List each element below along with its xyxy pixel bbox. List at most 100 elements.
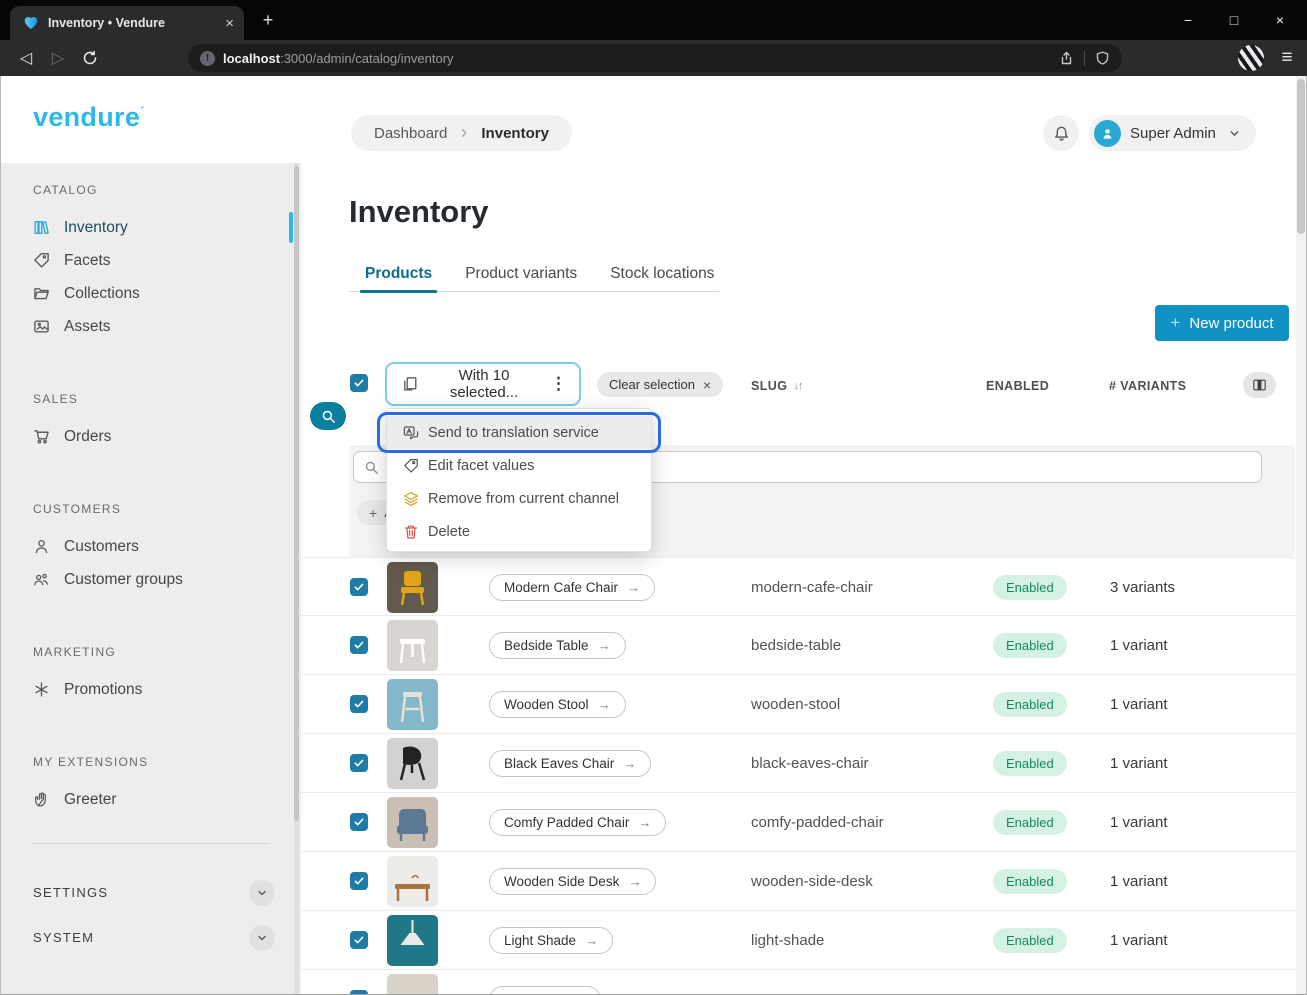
row-checkbox[interactable] (350, 578, 368, 596)
chevron-down-icon[interactable] (249, 925, 275, 951)
product-slug: light-shade (751, 932, 824, 949)
search-icon (321, 409, 336, 424)
sidebar-section-label: SALES (1, 392, 301, 408)
row-checkbox[interactable] (350, 695, 368, 713)
product-name-button[interactable]: Wooden Stool→ (489, 691, 626, 718)
minimize-button[interactable]: − (1165, 0, 1211, 40)
new-product-button[interactable]: + New product (1155, 305, 1289, 341)
breadcrumb-dashboard[interactable]: Dashboard (374, 125, 447, 142)
vendure-logo: vendure´ (33, 102, 145, 133)
sidebar-scrollbar-thumb[interactable] (294, 166, 299, 821)
tab-close-icon[interactable]: × (225, 16, 234, 31)
tab-product-variants[interactable]: Product variants (465, 257, 577, 291)
close-icon: × (703, 377, 711, 393)
browser-tab[interactable]: Inventory • Vendure × (10, 6, 244, 40)
table-row: Wooden Stool→ wooden-stool Enabled 1 var… (301, 675, 1296, 734)
menu-item-remove-from-channel[interactable]: Remove from current channel (387, 482, 651, 515)
product-name-button[interactable]: Light Shade→ (489, 927, 613, 954)
tab-products[interactable]: Products (365, 257, 432, 291)
sidebar-section-customers: CUSTOMERS Customers Customer groups (1, 502, 301, 596)
column-picker-button[interactable] (1243, 372, 1276, 398)
sidebar-item-greeter[interactable]: Greeter (1, 783, 301, 816)
product-name-button[interactable]: Wooden Side Desk→ (489, 868, 656, 895)
table-row: Comfy Padded Chair→ comfy-padded-chair E… (301, 793, 1296, 852)
new-tab-button[interactable]: + (256, 8, 280, 32)
row-checkbox[interactable] (350, 931, 368, 949)
sidebar-item-promotions[interactable]: Promotions (1, 673, 301, 706)
arrow-right-icon: → (585, 933, 598, 948)
share-icon[interactable] (1058, 50, 1074, 66)
table-row: Modern Cafe Chair→ modern-cafe-chair Ena… (301, 557, 1296, 616)
product-name-button[interactable]: Modern Cafe Chair→ (489, 574, 655, 601)
tag-icon (33, 252, 50, 269)
row-checkbox[interactable] (350, 754, 368, 772)
browser-window: Inventory • Vendure × + − □ × ◁ ▷ ! loca… (0, 0, 1307, 995)
arrow-right-icon: → (598, 697, 611, 712)
row-checkbox[interactable] (350, 813, 368, 831)
product-thumbnail (387, 797, 438, 848)
user-avatar (1094, 120, 1121, 147)
folder-icon (33, 285, 50, 302)
sidebar-item-facets[interactable]: Facets (1, 244, 301, 277)
back-button[interactable]: ◁ (12, 44, 40, 72)
breadcrumb-separator-icon (458, 127, 470, 139)
sidebar-item-inventory[interactable]: Inventory (1, 211, 301, 244)
sidebar-section-label: CATALOG (1, 183, 301, 199)
browser-menu-button[interactable]: ≡ (1274, 44, 1300, 72)
url-bar[interactable]: ! localhost:3000/admin/catalog/inventory (188, 44, 1122, 72)
sidebar-nav: CATALOG Inventory Facets (1, 163, 301, 994)
row-checkbox[interactable] (350, 636, 368, 654)
scrollbar-thumb[interactable] (1297, 79, 1305, 234)
layers-icon (403, 491, 419, 507)
chevron-down-icon[interactable] (249, 880, 275, 906)
search-fab-button[interactable] (310, 402, 346, 430)
close-button[interactable]: × (1257, 0, 1303, 40)
bulk-actions-button[interactable]: With 10 selected... ⋮ (385, 362, 581, 406)
product-name-button[interactable]: Bedside Table→ (489, 632, 626, 659)
sidebar-item-customer-groups[interactable]: Customer groups (1, 563, 301, 596)
reload-button[interactable] (76, 44, 104, 72)
notifications-button[interactable] (1043, 115, 1079, 151)
tag-icon (403, 458, 419, 474)
product-name-button[interactable]: Black Eaves Chair→ (489, 750, 651, 777)
sidebar-item-assets[interactable]: Assets (1, 310, 301, 343)
main-content: Dashboard Inventory Super Admin Inventor… (301, 76, 1306, 994)
sidebar-item-settings[interactable]: SETTINGS (1, 870, 301, 915)
maximize-button[interactable]: □ (1211, 0, 1257, 40)
sidebar-item-collections[interactable]: Collections (1, 277, 301, 310)
site-info-icon[interactable]: ! (200, 51, 215, 66)
menu-item-send-translation[interactable]: Send to translation service (387, 416, 651, 449)
menu-item-delete[interactable]: Delete (387, 515, 651, 548)
status-badge: Enabled (993, 692, 1067, 717)
product-name-button[interactable] (489, 986, 601, 994)
forward-button[interactable]: ▷ (44, 44, 72, 72)
active-indicator (289, 212, 293, 243)
sidebar-item-label: Inventory (64, 219, 128, 237)
select-all-checkbox[interactable] (350, 374, 368, 392)
kebab-icon[interactable]: ⋮ (550, 374, 567, 394)
sidebar-item-system[interactable]: SYSTEM (1, 915, 301, 960)
trash-icon (403, 524, 419, 540)
plus-icon: + (1170, 313, 1180, 333)
status-badge: Enabled (993, 810, 1067, 835)
clear-selection-button[interactable]: Clear selection × (597, 372, 723, 397)
tab-stock-locations[interactable]: Stock locations (610, 257, 714, 291)
product-name-button[interactable]: Comfy Padded Chair→ (489, 809, 666, 836)
column-header-slug[interactable]: SLUG ↓↑ (751, 379, 802, 393)
sidebar-item-customers[interactable]: Customers (1, 530, 301, 563)
product-slug: modern-cafe-chair (751, 579, 873, 596)
sidebar-section-label: MARKETING (1, 645, 301, 661)
brave-shield-icon[interactable] (1095, 50, 1110, 66)
sidebar-item-orders[interactable]: Orders (1, 420, 301, 453)
breadcrumb: Dashboard Inventory (351, 115, 572, 151)
column-header-enabled[interactable]: ENABLED (986, 379, 1049, 393)
sort-icon[interactable]: ↓↑ (793, 380, 802, 392)
row-checkbox[interactable] (350, 872, 368, 890)
row-checkbox[interactable] (350, 990, 368, 994)
menu-item-edit-facet-values[interactable]: Edit facet values (387, 449, 651, 482)
table-row: Bedside Table→ bedside-table Enabled 1 v… (301, 616, 1296, 675)
page-scrollbar[interactable] (1296, 76, 1306, 994)
column-header-variants[interactable]: # VARIANTS (1109, 379, 1186, 393)
browser-profile-avatar[interactable] (1238, 45, 1264, 71)
user-menu[interactable]: Super Admin (1089, 115, 1256, 151)
